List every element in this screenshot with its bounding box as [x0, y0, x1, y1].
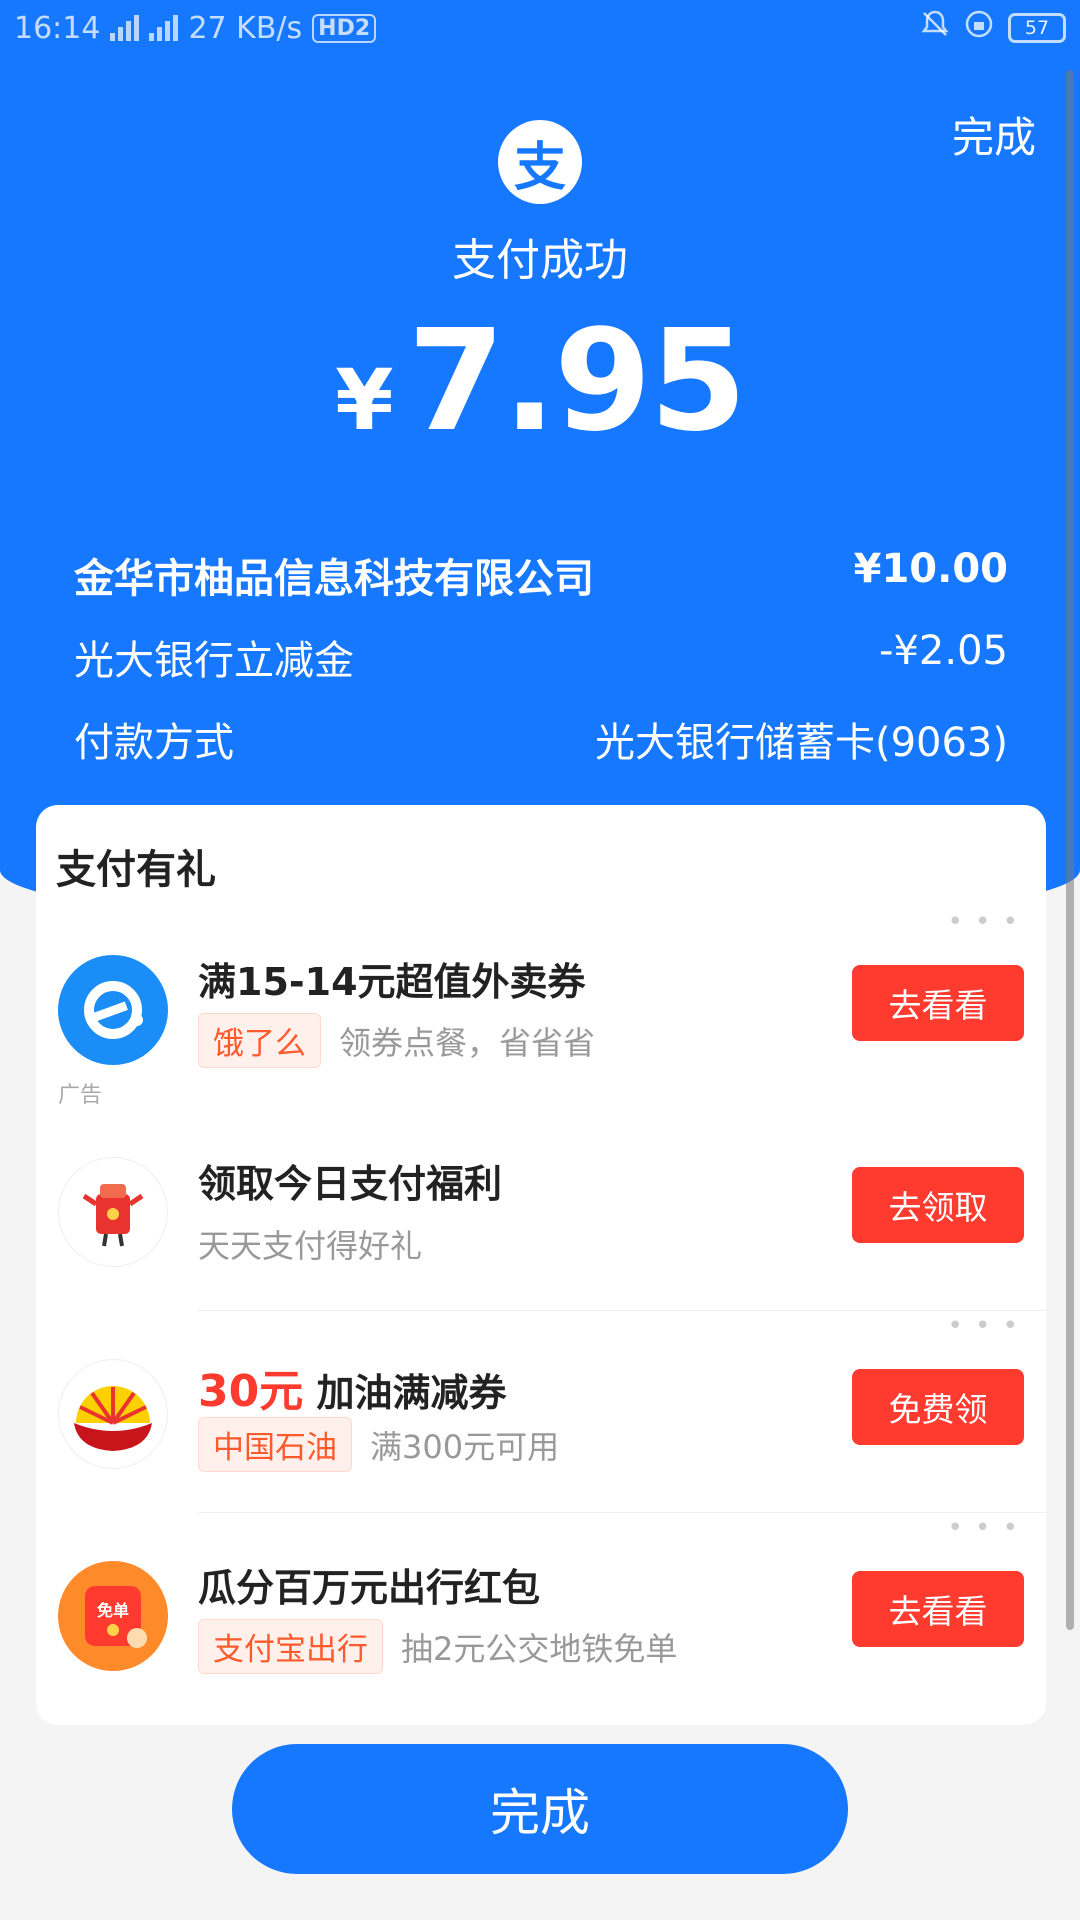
amount-value: 7.95	[407, 300, 747, 463]
paid-amount: ¥ 7.95	[0, 300, 1080, 463]
discount-row: 光大银行立减金 -¥2.05	[74, 628, 1008, 686]
reward-item-petrochina[interactable]: • • • 30元 加油满减券 中国石油 满300元可用 免费领	[36, 1311, 1046, 1509]
claim-button[interactable]: 去领取	[852, 1167, 1024, 1243]
reward-title: 满15-14元超值外卖券	[198, 960, 586, 1004]
reward-desc: 领券点餐，省省省	[339, 1023, 596, 1062]
battery-icon: 57	[1008, 13, 1066, 43]
more-icon[interactable]: • • •	[947, 907, 1020, 937]
reward-subtitle: 天天支付得好礼	[198, 1221, 422, 1267]
currency-symbol: ¥	[335, 351, 394, 449]
status-bar: 16:14 27 KB/s HD2 57	[0, 0, 1080, 56]
discount-amount: -¥2.05	[879, 628, 1008, 674]
reward-item-eleme[interactable]: • • • 满15-14元超值外卖券 饿了么 领券点餐，省省省 去看看 广告	[36, 907, 1046, 1108]
travel-redpacket-icon: 免单	[58, 1561, 168, 1671]
divider	[198, 1512, 1046, 1513]
svg-text:免单: 免单	[97, 1601, 129, 1620]
signal-icon	[110, 15, 140, 41]
reward-title: 领取今日支付福利	[198, 1162, 503, 1206]
reward-title: 瓜分百万元出行红包	[198, 1566, 541, 1610]
brand-tag: 中国石油	[198, 1417, 352, 1472]
signal-4g-icon	[149, 15, 179, 41]
divider	[198, 1310, 1046, 1311]
reward-desc: 天天支付得好礼	[198, 1227, 423, 1265]
payment-status: 支付成功	[452, 235, 628, 286]
reward-title: 30元 加油满减券	[198, 1355, 506, 1419]
more-icon[interactable]: • • •	[947, 1311, 1020, 1341]
reward-subtitle: 中国石油 满300元可用	[198, 1417, 559, 1472]
merchant-name: 金华市柚品信息科技有限公司	[74, 556, 594, 602]
rewards-card: 支付有礼 • • • 满15-14元超值外卖券 饿了么 领券点餐，省省省 去看看…	[36, 805, 1046, 1725]
merchant-amount: ¥10.00	[853, 546, 1008, 592]
reward-item-daily-benefit[interactable]: 领取今日支付福利 天天支付得好礼 去领取	[36, 1127, 1046, 1307]
network-speed: 27 KB/s	[188, 10, 303, 46]
eleme-icon	[58, 955, 168, 1065]
view-button[interactable]: 去看看	[852, 1571, 1024, 1647]
done-button[interactable]: 完成	[232, 1744, 848, 1874]
brand-tag: 饿了么	[198, 1013, 321, 1068]
reward-desc: 抽2元公交地铁免单	[401, 1629, 678, 1668]
clock: 16:14	[14, 10, 101, 46]
ad-label: 广告	[58, 1083, 103, 1108]
payment-method-value: 光大银行储蓄卡(9063)	[594, 720, 1008, 766]
reward-desc: 满300元可用	[370, 1427, 560, 1466]
discount-label: 光大银行立减金	[74, 638, 354, 684]
petrochina-icon	[58, 1359, 168, 1469]
payment-method-row: 付款方式 光大银行储蓄卡(9063)	[74, 710, 1008, 768]
red-envelope-icon	[58, 1157, 168, 1267]
more-icon[interactable]: • • •	[947, 1513, 1020, 1543]
payment-method-label: 付款方式	[74, 720, 234, 766]
brand-tag: 支付宝出行	[198, 1619, 383, 1674]
free-claim-button[interactable]: 免费领	[852, 1369, 1024, 1445]
alipay-logo-icon: 支	[498, 120, 582, 204]
title-text: 加油满减券	[316, 1371, 507, 1415]
rewards-title: 支付有礼	[56, 847, 216, 893]
reward-subtitle: 饿了么 领券点餐，省省省	[198, 1013, 595, 1068]
reward-subtitle: 支付宝出行 抽2元公交地铁免单	[198, 1619, 677, 1674]
hd-icon: HD2	[312, 13, 377, 43]
rotation-lock-icon	[964, 9, 994, 47]
title-highlight: 30元	[198, 1366, 304, 1417]
merchant-row: 金华市柚品信息科技有限公司 ¥10.00	[74, 546, 1008, 604]
view-button[interactable]: 去看看	[852, 965, 1024, 1041]
bell-muted-icon	[920, 9, 950, 47]
done-link-top[interactable]: 完成	[952, 104, 1036, 165]
reward-item-travel[interactable]: • • • 免单 瓜分百万元出行红包 支付宝出行 抽2元公交地铁免单 去看看	[36, 1513, 1046, 1711]
